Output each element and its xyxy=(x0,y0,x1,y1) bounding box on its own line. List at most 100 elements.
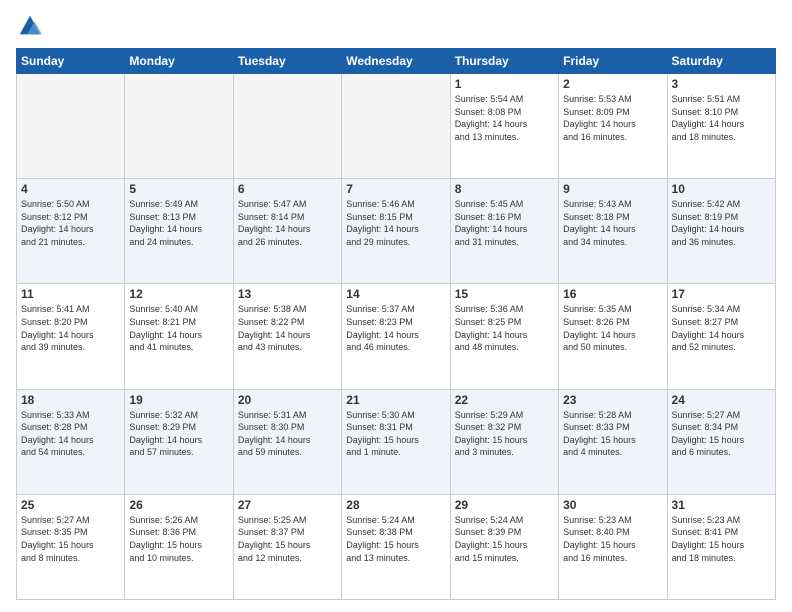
calendar-cell: 5 Sunrise: 5:49 AM Sunset: 8:13 PM Daylig… xyxy=(125,179,233,284)
col-header-thursday: Thursday xyxy=(450,49,558,74)
day-info: Sunrise: 5:32 AM Sunset: 8:29 PM Dayligh… xyxy=(129,409,228,459)
day-number: 1 xyxy=(455,77,554,91)
day-info: Sunrise: 5:53 AM Sunset: 8:09 PM Dayligh… xyxy=(563,93,662,143)
day-number: 29 xyxy=(455,498,554,512)
calendar-cell: 19 Sunrise: 5:32 AM Sunset: 8:29 PM Dayli… xyxy=(125,389,233,494)
calendar-cell: 31 Sunrise: 5:23 AM Sunset: 8:41 PM Dayli… xyxy=(667,494,775,599)
day-number: 3 xyxy=(672,77,771,91)
day-info: Sunrise: 5:27 AM Sunset: 8:34 PM Dayligh… xyxy=(672,409,771,459)
day-number: 15 xyxy=(455,287,554,301)
calendar-cell: 1 Sunrise: 5:54 AM Sunset: 8:08 PM Daylig… xyxy=(450,74,558,179)
day-number: 8 xyxy=(455,182,554,196)
col-header-friday: Friday xyxy=(559,49,667,74)
day-info: Sunrise: 5:29 AM Sunset: 8:32 PM Dayligh… xyxy=(455,409,554,459)
day-number: 17 xyxy=(672,287,771,301)
calendar-cell: 21 Sunrise: 5:30 AM Sunset: 8:31 PM Dayli… xyxy=(342,389,450,494)
day-number: 14 xyxy=(346,287,445,301)
day-info: Sunrise: 5:42 AM Sunset: 8:19 PM Dayligh… xyxy=(672,198,771,248)
col-header-wednesday: Wednesday xyxy=(342,49,450,74)
day-number: 2 xyxy=(563,77,662,91)
calendar-cell: 29 Sunrise: 5:24 AM Sunset: 8:39 PM Dayli… xyxy=(450,494,558,599)
day-number: 21 xyxy=(346,393,445,407)
day-info: Sunrise: 5:33 AM Sunset: 8:28 PM Dayligh… xyxy=(21,409,120,459)
day-number: 11 xyxy=(21,287,120,301)
day-info: Sunrise: 5:34 AM Sunset: 8:27 PM Dayligh… xyxy=(672,303,771,353)
day-number: 25 xyxy=(21,498,120,512)
day-number: 31 xyxy=(672,498,771,512)
calendar-cell xyxy=(125,74,233,179)
col-header-saturday: Saturday xyxy=(667,49,775,74)
calendar-cell: 28Sunrise: 5:24 AM Sunset: 8:38 PM Dayli… xyxy=(342,494,450,599)
day-number: 18 xyxy=(21,393,120,407)
day-info: Sunrise: 5:45 AM Sunset: 8:16 PM Dayligh… xyxy=(455,198,554,248)
calendar-cell xyxy=(233,74,341,179)
calendar-cell: 13Sunrise: 5:38 AM Sunset: 8:22 PM Dayli… xyxy=(233,284,341,389)
day-info: Sunrise: 5:51 AM Sunset: 8:10 PM Dayligh… xyxy=(672,93,771,143)
day-info: Sunrise: 5:30 AM Sunset: 8:31 PM Dayligh… xyxy=(346,409,445,459)
calendar-cell: 12Sunrise: 5:40 AM Sunset: 8:21 PM Dayli… xyxy=(125,284,233,389)
calendar-cell: 2 Sunrise: 5:53 AM Sunset: 8:09 PM Daylig… xyxy=(559,74,667,179)
calendar-cell: 6 Sunrise: 5:47 AM Sunset: 8:14 PM Daylig… xyxy=(233,179,341,284)
calendar-cell: 27 Sunrise: 5:25 AM Sunset: 8:37 PM Dayli… xyxy=(233,494,341,599)
day-number: 6 xyxy=(238,182,337,196)
calendar-cell: 11 Sunrise: 5:41 AM Sunset: 8:20 PM Dayli… xyxy=(17,284,125,389)
calendar-week-1: 1 Sunrise: 5:54 AM Sunset: 8:08 PM Daylig… xyxy=(17,74,776,179)
calendar-cell: 3 Sunrise: 5:51 AM Sunset: 8:10 PM Daylig… xyxy=(667,74,775,179)
col-header-tuesday: Tuesday xyxy=(233,49,341,74)
day-number: 5 xyxy=(129,182,228,196)
calendar-cell: 25 Sunrise: 5:27 AM Sunset: 8:35 PM Dayli… xyxy=(17,494,125,599)
calendar-week-5: 25 Sunrise: 5:27 AM Sunset: 8:35 PM Dayli… xyxy=(17,494,776,599)
calendar-cell: 24 Sunrise: 5:27 AM Sunset: 8:34 PM Dayli… xyxy=(667,389,775,494)
calendar-cell: 9 Sunrise: 5:43 AM Sunset: 8:18 PM Daylig… xyxy=(559,179,667,284)
day-number: 19 xyxy=(129,393,228,407)
day-number: 7 xyxy=(346,182,445,196)
calendar-cell: 10 Sunrise: 5:42 AM Sunset: 8:19 PM Dayli… xyxy=(667,179,775,284)
calendar-cell: 8 Sunrise: 5:45 AM Sunset: 8:16 PM Daylig… xyxy=(450,179,558,284)
day-info: Sunrise: 5:24 AM Sunset: 8:39 PM Dayligh… xyxy=(455,514,554,564)
day-info: Sunrise: 5:41 AM Sunset: 8:20 PM Dayligh… xyxy=(21,303,120,353)
day-number: 24 xyxy=(672,393,771,407)
day-number: 20 xyxy=(238,393,337,407)
calendar-cell: 16 Sunrise: 5:35 AM Sunset: 8:26 PM Dayli… xyxy=(559,284,667,389)
calendar-cell: 4 Sunrise: 5:50 AM Sunset: 8:12 PM Daylig… xyxy=(17,179,125,284)
day-number: 4 xyxy=(21,182,120,196)
day-number: 16 xyxy=(563,287,662,301)
calendar-cell: 18 Sunrise: 5:33 AM Sunset: 8:28 PM Dayli… xyxy=(17,389,125,494)
calendar-week-2: 4 Sunrise: 5:50 AM Sunset: 8:12 PM Daylig… xyxy=(17,179,776,284)
day-info: Sunrise: 5:23 AM Sunset: 8:41 PM Dayligh… xyxy=(672,514,771,564)
day-number: 22 xyxy=(455,393,554,407)
day-info: Sunrise: 5:47 AM Sunset: 8:14 PM Dayligh… xyxy=(238,198,337,248)
calendar-cell: 17 Sunrise: 5:34 AM Sunset: 8:27 PM Dayli… xyxy=(667,284,775,389)
day-number: 27 xyxy=(238,498,337,512)
day-number: 26 xyxy=(129,498,228,512)
day-info: Sunrise: 5:31 AM Sunset: 8:30 PM Dayligh… xyxy=(238,409,337,459)
day-number: 9 xyxy=(563,182,662,196)
day-number: 10 xyxy=(672,182,771,196)
day-info: Sunrise: 5:23 AM Sunset: 8:40 PM Dayligh… xyxy=(563,514,662,564)
day-number: 12 xyxy=(129,287,228,301)
day-info: Sunrise: 5:50 AM Sunset: 8:12 PM Dayligh… xyxy=(21,198,120,248)
calendar-cell: 15Sunrise: 5:36 AM Sunset: 8:25 PM Dayli… xyxy=(450,284,558,389)
header xyxy=(16,12,776,40)
calendar-cell: 20 Sunrise: 5:31 AM Sunset: 8:30 PM Dayli… xyxy=(233,389,341,494)
calendar-cell: 14 Sunrise: 5:37 AM Sunset: 8:23 PM Dayli… xyxy=(342,284,450,389)
day-info: Sunrise: 5:27 AM Sunset: 8:35 PM Dayligh… xyxy=(21,514,120,564)
calendar-cell xyxy=(342,74,450,179)
col-header-sunday: Sunday xyxy=(17,49,125,74)
day-info: Sunrise: 5:46 AM Sunset: 8:15 PM Dayligh… xyxy=(346,198,445,248)
calendar-cell: 23Sunrise: 5:28 AM Sunset: 8:33 PM Dayli… xyxy=(559,389,667,494)
day-info: Sunrise: 5:43 AM Sunset: 8:18 PM Dayligh… xyxy=(563,198,662,248)
day-info: Sunrise: 5:37 AM Sunset: 8:23 PM Dayligh… xyxy=(346,303,445,353)
calendar-table: SundayMondayTuesdayWednesdayThursdayFrid… xyxy=(16,48,776,600)
day-info: Sunrise: 5:24 AM Sunset: 8:38 PM Dayligh… xyxy=(346,514,445,564)
day-info: Sunrise: 5:25 AM Sunset: 8:37 PM Dayligh… xyxy=(238,514,337,564)
day-number: 23 xyxy=(563,393,662,407)
day-info: Sunrise: 5:54 AM Sunset: 8:08 PM Dayligh… xyxy=(455,93,554,143)
calendar-week-3: 11 Sunrise: 5:41 AM Sunset: 8:20 PM Dayli… xyxy=(17,284,776,389)
calendar-week-4: 18 Sunrise: 5:33 AM Sunset: 8:28 PM Dayli… xyxy=(17,389,776,494)
day-number: 13 xyxy=(238,287,337,301)
col-header-monday: Monday xyxy=(125,49,233,74)
day-info: Sunrise: 5:35 AM Sunset: 8:26 PM Dayligh… xyxy=(563,303,662,353)
calendar-cell xyxy=(17,74,125,179)
day-info: Sunrise: 5:49 AM Sunset: 8:13 PM Dayligh… xyxy=(129,198,228,248)
